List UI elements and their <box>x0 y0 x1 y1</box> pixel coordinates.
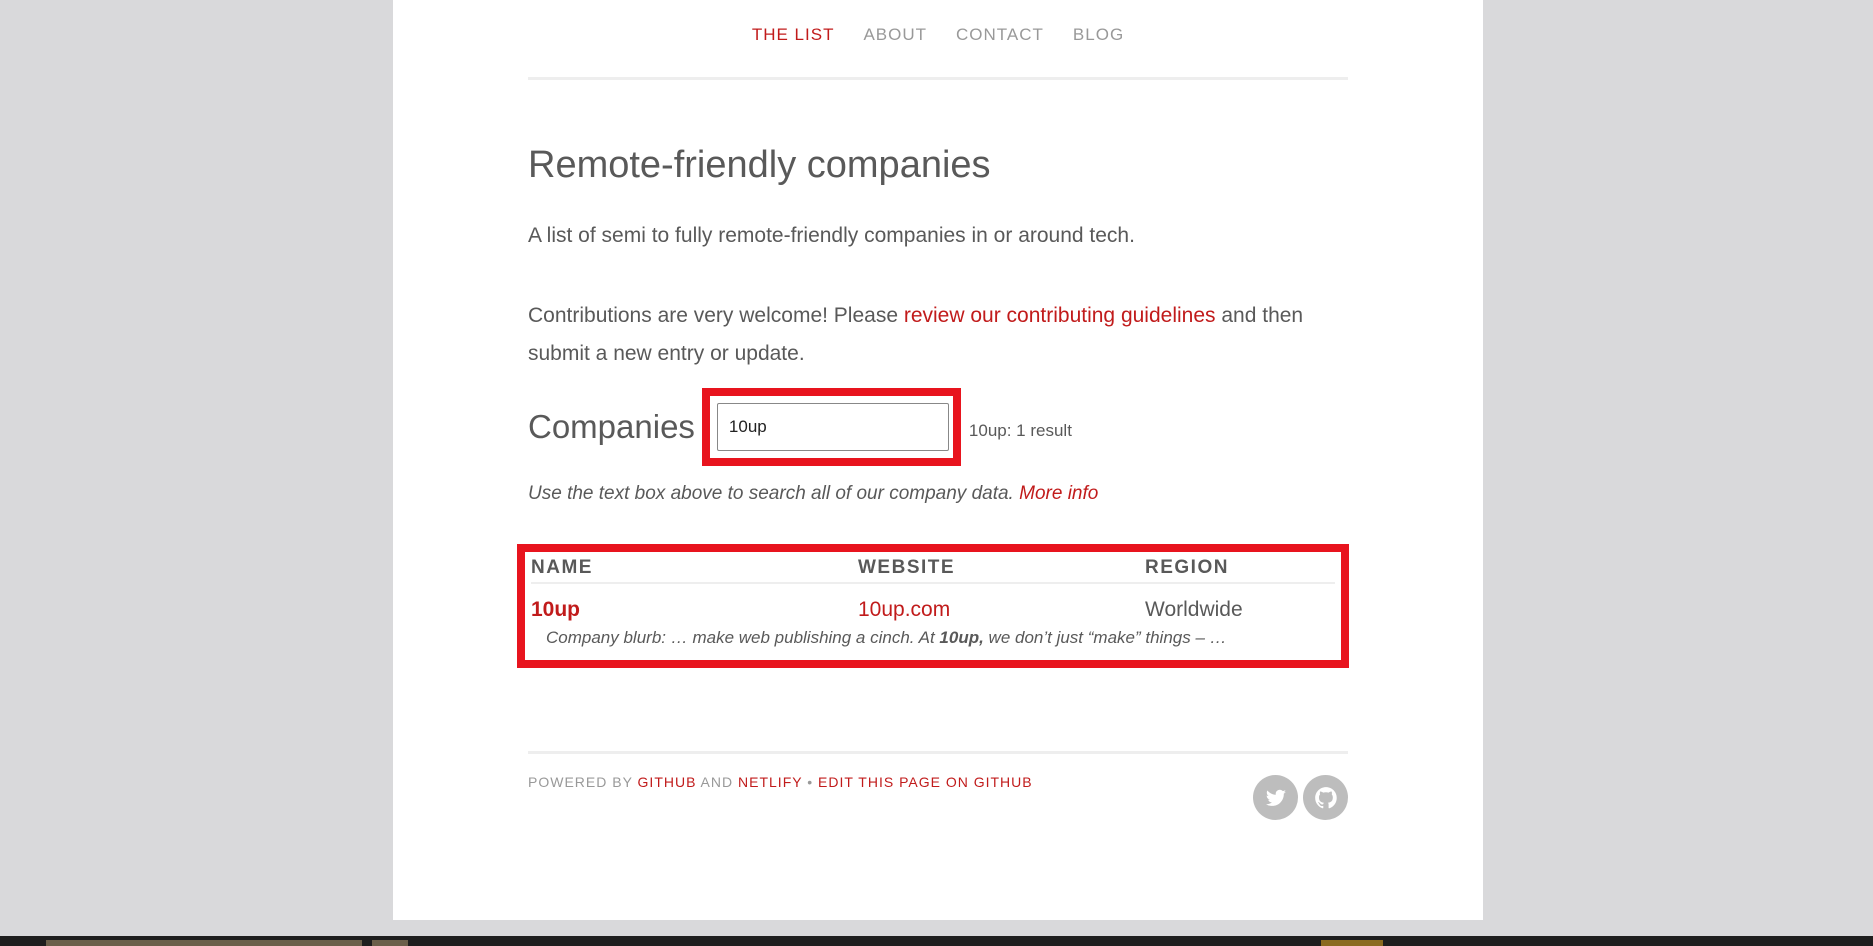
footer-github-link[interactable]: GITHUB <box>638 774 697 790</box>
footer-bullet: • <box>802 774 819 790</box>
taskbar-item[interactable] <box>46 940 362 946</box>
nav-about[interactable]: ABOUT <box>863 25 927 45</box>
search-help-text: Use the text box above to search all of … <box>528 483 1098 505</box>
nav-the-list[interactable]: THE LIST <box>752 25 835 45</box>
twitter-icon <box>1265 789 1286 806</box>
taskbar-item[interactable] <box>1321 940 1383 946</box>
header-website[interactable]: WEBSITE <box>858 557 1145 579</box>
social-links <box>1253 775 1348 820</box>
blurb-before: Company blurb: … make web publishing a c… <box>546 628 940 647</box>
company-name-link[interactable]: 10up <box>531 598 580 621</box>
header-region[interactable]: REGION <box>1145 557 1335 579</box>
contributing-guidelines-link[interactable]: review our contributing guidelines <box>904 304 1216 327</box>
contrib-text-before: Contributions are very welcome! Please <box>528 304 904 327</box>
contributions-text: Contributions are very welcome! Please r… <box>528 297 1348 373</box>
taskbar-item[interactable] <box>372 940 408 946</box>
footer: POWERED BY GITHUB AND NETLIFY • EDIT THI… <box>528 751 1348 790</box>
footer-netlify-link[interactable]: NETLIFY <box>738 774 802 790</box>
footer-and: AND <box>696 774 739 790</box>
table-header: NAME WEBSITE REGION <box>531 554 1335 584</box>
companies-search-row: Companies 10up: 1 result <box>528 388 1348 466</box>
header-name[interactable]: NAME <box>531 557 858 579</box>
github-button[interactable] <box>1303 775 1348 820</box>
main-content: THE LIST ABOUT CONTACT BLOG Remote-frien… <box>517 0 1349 820</box>
page-card: THE LIST ABOUT CONTACT BLOG Remote-frien… <box>393 0 1483 920</box>
company-region: Worldwide <box>1145 598 1243 621</box>
results-table-highlight: NAME WEBSITE REGION 10up 10up.com Worldw… <box>517 544 1349 668</box>
intro-text: A list of semi to fully remote-friendly … <box>528 224 1135 247</box>
twitter-button[interactable] <box>1253 775 1298 820</box>
blurb-after: we don’t just “make” things – … <box>983 628 1227 647</box>
taskbar <box>0 936 1873 946</box>
page-title: Remote-friendly companies <box>528 144 991 186</box>
result-count: 10up: 1 result <box>968 420 1072 440</box>
help-text: Use the text box above to search all of … <box>528 483 1020 504</box>
top-nav: THE LIST ABOUT CONTACT BLOG <box>528 0 1348 80</box>
footer-powered-by: POWERED BY <box>528 774 638 790</box>
company-name-cell: 10up <box>531 598 858 622</box>
table-row: 10up 10up.com Worldwide <box>531 584 1335 626</box>
search-highlight-box <box>701 388 961 466</box>
more-info-link[interactable]: More info <box>1019 483 1098 504</box>
nav-contact[interactable]: CONTACT <box>956 25 1044 45</box>
company-blurb: Company blurb: … make web publishing a c… <box>531 628 1335 648</box>
company-website-cell: 10up.com <box>858 598 1145 622</box>
github-icon <box>1314 786 1337 808</box>
company-website-link[interactable]: 10up.com <box>858 598 950 621</box>
companies-heading: Companies <box>528 408 695 445</box>
edit-on-github-link[interactable]: EDIT THIS PAGE ON GITHUB <box>818 774 1033 790</box>
search-input[interactable] <box>716 403 949 451</box>
blurb-highlight: 10up, <box>939 628 984 647</box>
nav-blog[interactable]: BLOG <box>1073 25 1124 45</box>
